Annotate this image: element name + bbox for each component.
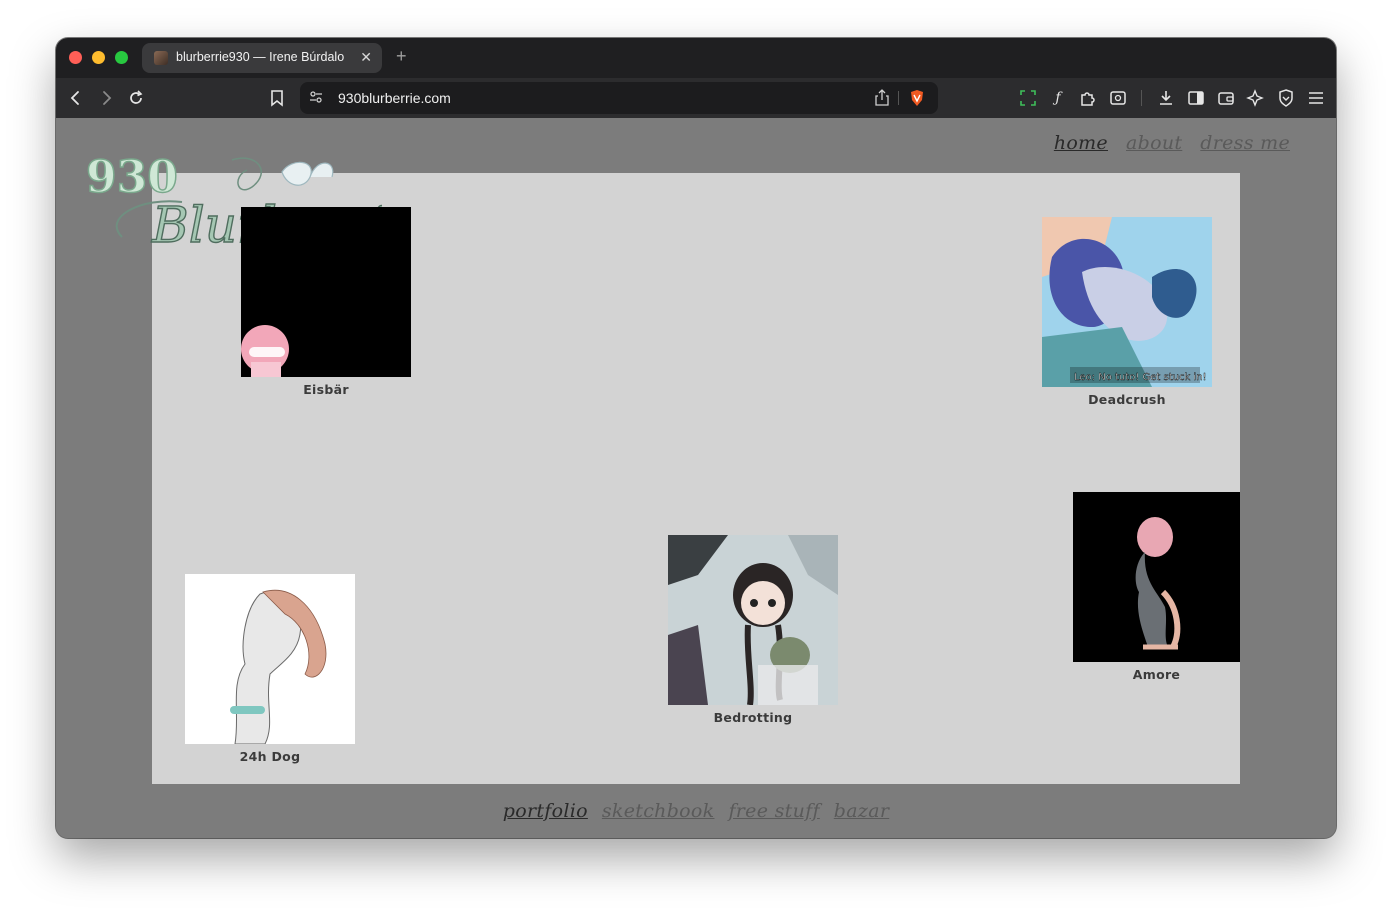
nav-portfolio[interactable]: portfolio xyxy=(503,800,588,822)
eisbar-thumbnail[interactable] xyxy=(241,207,411,377)
menu-icon[interactable] xyxy=(1306,88,1326,108)
extensions-icon[interactable] xyxy=(1078,88,1098,108)
gallery-item-deadcrush[interactable]: Leo: No tuto! Get stuck in! Deadcrush xyxy=(1042,217,1212,407)
item-label: Deadcrush xyxy=(1088,392,1166,407)
tab-title: blurberrie930 — Irene Búrdalo xyxy=(176,50,345,64)
top-nav: home about dress me xyxy=(1036,132,1290,154)
item-label: Amore xyxy=(1132,667,1181,682)
gallery-item-bedrotting[interactable]: Bedrotting xyxy=(668,535,838,725)
forward-icon[interactable] xyxy=(96,88,116,108)
share-icon[interactable] xyxy=(874,89,890,110)
sidebar-icon[interactable] xyxy=(1186,88,1206,108)
bedrotting-thumbnail[interactable] xyxy=(668,535,838,705)
amore-thumbnail[interactable] xyxy=(1073,492,1240,662)
fx-icon[interactable]: ƒ xyxy=(1048,88,1068,108)
toolbar-divider xyxy=(1141,90,1142,106)
gallery-item-24h-dog[interactable]: 24h Dog xyxy=(185,574,355,764)
bottom-nav: portfolio sketchbook free stuff bazar xyxy=(56,800,1336,822)
item-label: Bedrotting xyxy=(713,710,793,725)
tab-bar: blurberrie930 — Irene Búrdalo ✕ + xyxy=(56,38,1336,78)
24h-dog-thumbnail[interactable] xyxy=(185,574,355,744)
site-settings-icon[interactable] xyxy=(308,89,324,105)
favicon-icon xyxy=(154,51,168,65)
tab-close-icon[interactable]: ✕ xyxy=(360,49,372,66)
back-icon[interactable] xyxy=(66,88,86,108)
reload-icon[interactable] xyxy=(126,88,146,108)
screenshot-icon[interactable] xyxy=(1018,88,1038,108)
item-label: 24h Dog xyxy=(239,749,301,764)
window-minimize-button[interactable] xyxy=(92,51,105,64)
nav-bazar[interactable]: bazar xyxy=(834,800,889,822)
browser-toolbar: 930blurberrie.com ƒ xyxy=(56,78,1336,118)
gallery-item-amore[interactable]: Amore xyxy=(1073,492,1240,682)
wallet-icon[interactable] xyxy=(1216,88,1236,108)
nav-home[interactable]: home xyxy=(1054,132,1108,154)
bookmark-icon[interactable] xyxy=(267,88,287,108)
new-tab-button[interactable]: + xyxy=(396,46,407,67)
downloads-icon[interactable] xyxy=(1156,88,1176,108)
reader-icon[interactable] xyxy=(1108,88,1128,108)
deadcrush-caption: Leo: No tuto! Get stuck in! xyxy=(1074,372,1207,383)
url-text[interactable]: 930blurberrie.com xyxy=(338,90,451,106)
address-bar[interactable]: 930blurberrie.com xyxy=(300,82,938,114)
web-page: 930 Blurberrie homeaboutdress me Eisbär xyxy=(56,118,1336,838)
nav-dress-me[interactable]: dress me xyxy=(1200,132,1290,154)
window-close-button[interactable] xyxy=(69,51,82,64)
item-label: Eisbär xyxy=(303,382,349,397)
browser-window: blurberrie930 — Irene Búrdalo ✕ + 930blu… xyxy=(56,38,1336,838)
deadcrush-thumbnail[interactable]: Leo: No tuto! Get stuck in! xyxy=(1042,217,1212,387)
nav-sketchbook[interactable]: sketchbook xyxy=(602,800,715,822)
nav-free-stuff[interactable]: free stuff xyxy=(728,800,819,822)
brave-shield-icon[interactable] xyxy=(909,89,925,107)
url-divider xyxy=(898,91,899,105)
vpn-icon[interactable] xyxy=(1276,88,1296,108)
gallery-item-eisbar[interactable]: Eisbär xyxy=(241,207,411,397)
browser-tab[interactable]: blurberrie930 — Irene Búrdalo ✕ xyxy=(142,43,382,73)
nav-about[interactable]: about xyxy=(1126,132,1182,154)
leo-ai-icon[interactable] xyxy=(1246,88,1266,108)
window-maximize-button[interactable] xyxy=(115,51,128,64)
